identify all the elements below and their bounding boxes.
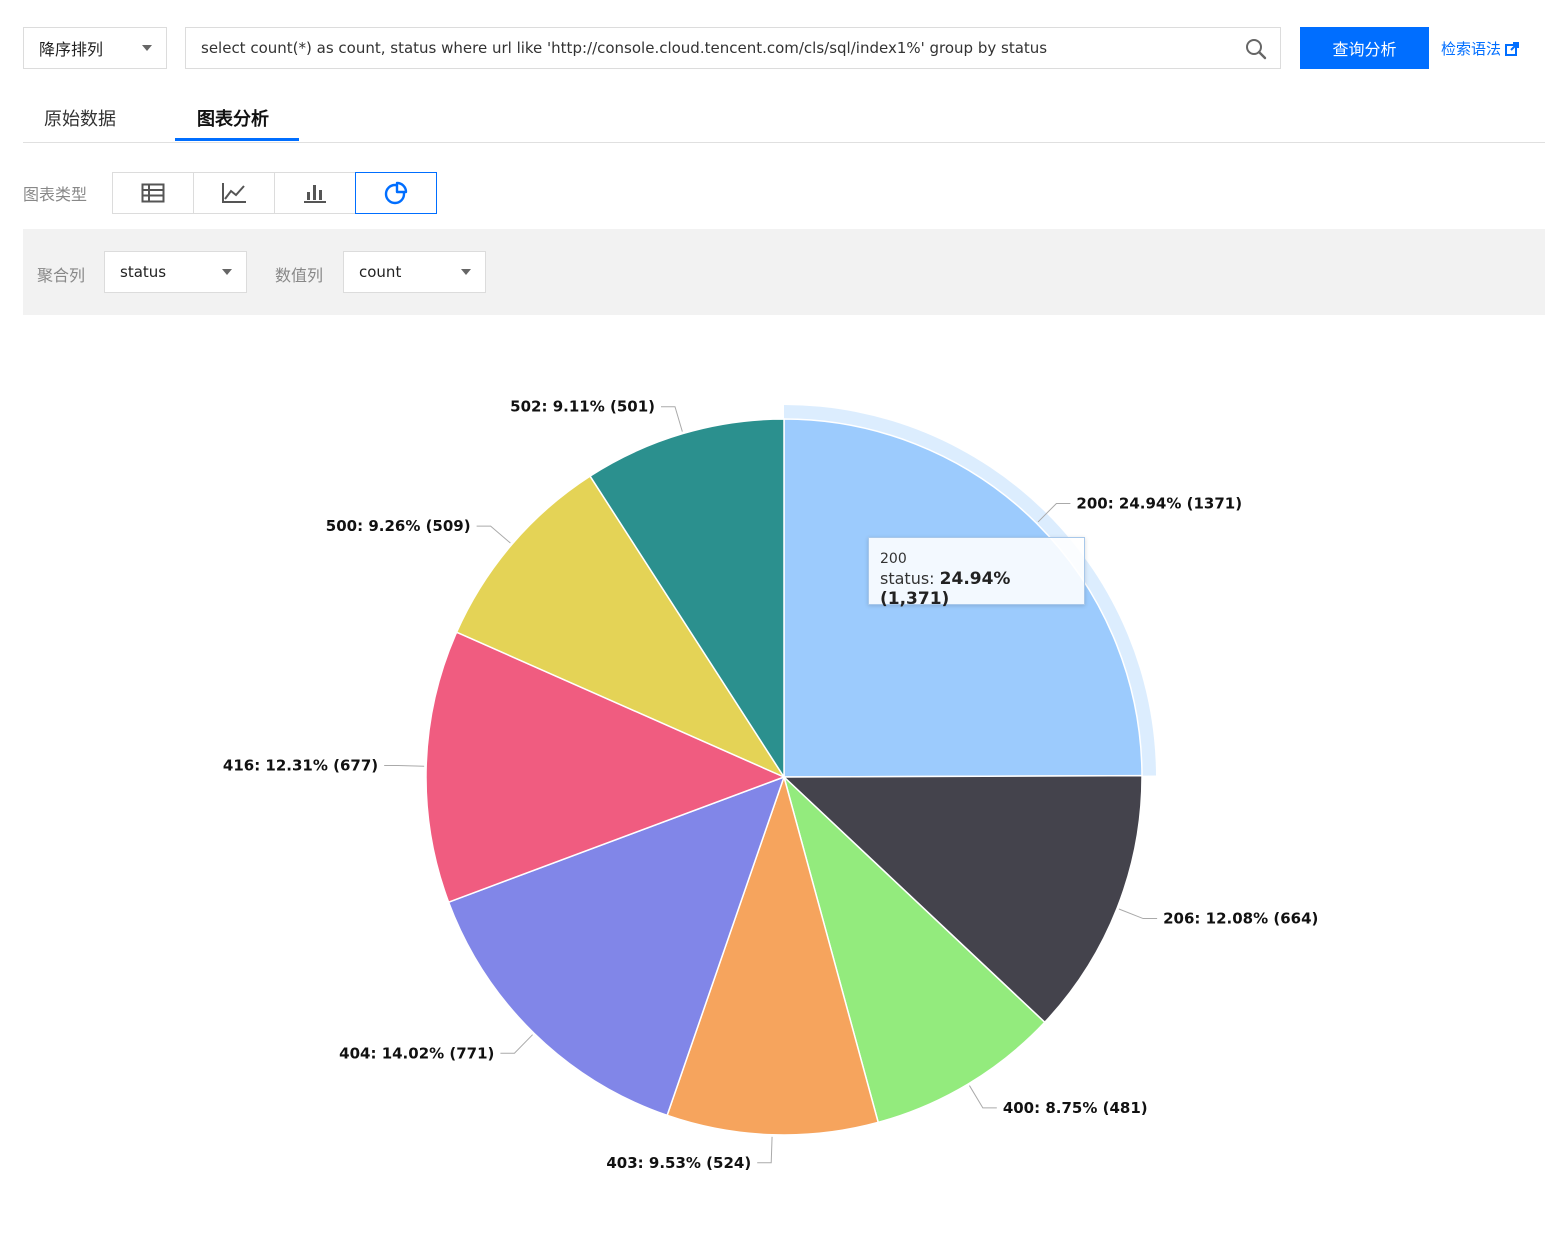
value-column-label: 数值列 (275, 266, 324, 285)
search-syntax-label: 检索语法 (1441, 40, 1502, 58)
pie-data-label: 403: 9.53% (524) (606, 1154, 751, 1172)
group-column-value: status (120, 263, 167, 281)
sort-order-label: 降序排列 (39, 40, 104, 59)
group-column-select[interactable]: status (104, 251, 247, 293)
sort-order-select[interactable]: 降序排列 (23, 27, 167, 69)
pie-data-label: 200: 24.94% (1371) (1076, 495, 1242, 513)
pie-leader-line (476, 525, 511, 544)
value-column-select[interactable]: count (343, 251, 486, 293)
search-syntax-link[interactable]: 检索语法 (1441, 38, 1520, 59)
pie-data-label: 404: 14.02% (771) (339, 1044, 494, 1062)
pie-chart-icon (384, 181, 408, 205)
view-tabs: 原始数据 图表分析 (23, 95, 1545, 143)
tooltip-series: status: (880, 569, 935, 588)
search-icon[interactable] (1244, 37, 1268, 61)
pie-leader-line (384, 765, 425, 767)
chevron-down-icon (142, 45, 152, 51)
chart-type-line-button[interactable] (193, 172, 275, 214)
pie-data-label: 502: 9.11% (501) (510, 398, 655, 416)
tab-raw-data[interactable]: 原始数据 (44, 105, 116, 131)
tooltip-row: status: 24.94% (1,371) (880, 569, 1084, 609)
pie-leader-line (1118, 908, 1158, 920)
pie-data-label: 206: 12.08% (664) (1163, 910, 1318, 928)
query-input[interactable]: select count(*) as count, status where u… (185, 27, 1281, 69)
pie-leader-line (757, 1136, 773, 1164)
active-tab-indicator (175, 138, 299, 141)
chart-type-selector (112, 172, 437, 214)
chart-type-table-button[interactable] (112, 172, 194, 214)
external-link-icon (1505, 41, 1520, 56)
query-text: select count(*) as count, status where u… (201, 39, 1048, 57)
chart-tooltip: 200 status: 24.94% (1,371) (868, 537, 1085, 609)
value-column-value: count (359, 263, 402, 281)
chart-type-label: 图表类型 (23, 185, 88, 204)
group-column-label: 聚合列 (37, 266, 86, 285)
pie-data-label: 400: 8.75% (481) (1003, 1099, 1148, 1117)
bar-chart-icon (304, 185, 326, 203)
chart-type-pie-button[interactable] (355, 172, 437, 214)
pie-chart: 200: 24.94% (1371) 206: 12.08% (664) 400: … (223, 398, 1318, 1172)
query-analyze-button[interactable]: 查询分析 (1300, 27, 1429, 69)
table-icon (141, 183, 165, 203)
tooltip-title: 200 (880, 551, 907, 567)
pie-leader-line (661, 406, 683, 432)
pie-data-label: 416: 12.31% (677) (223, 757, 378, 775)
line-chart-icon (222, 183, 246, 203)
pie-data-label: 500: 9.26% (509) (326, 517, 471, 535)
pie-leader-line (500, 1034, 533, 1054)
tab-chart-analysis[interactable]: 图表分析 (197, 105, 269, 131)
pie-leader-line (969, 1085, 997, 1109)
chart-config-panel: 聚合列 status 数值列 count (23, 229, 1545, 315)
chart-type-bar-button[interactable] (274, 172, 356, 214)
chevron-down-icon (461, 269, 471, 275)
chevron-down-icon (222, 269, 232, 275)
